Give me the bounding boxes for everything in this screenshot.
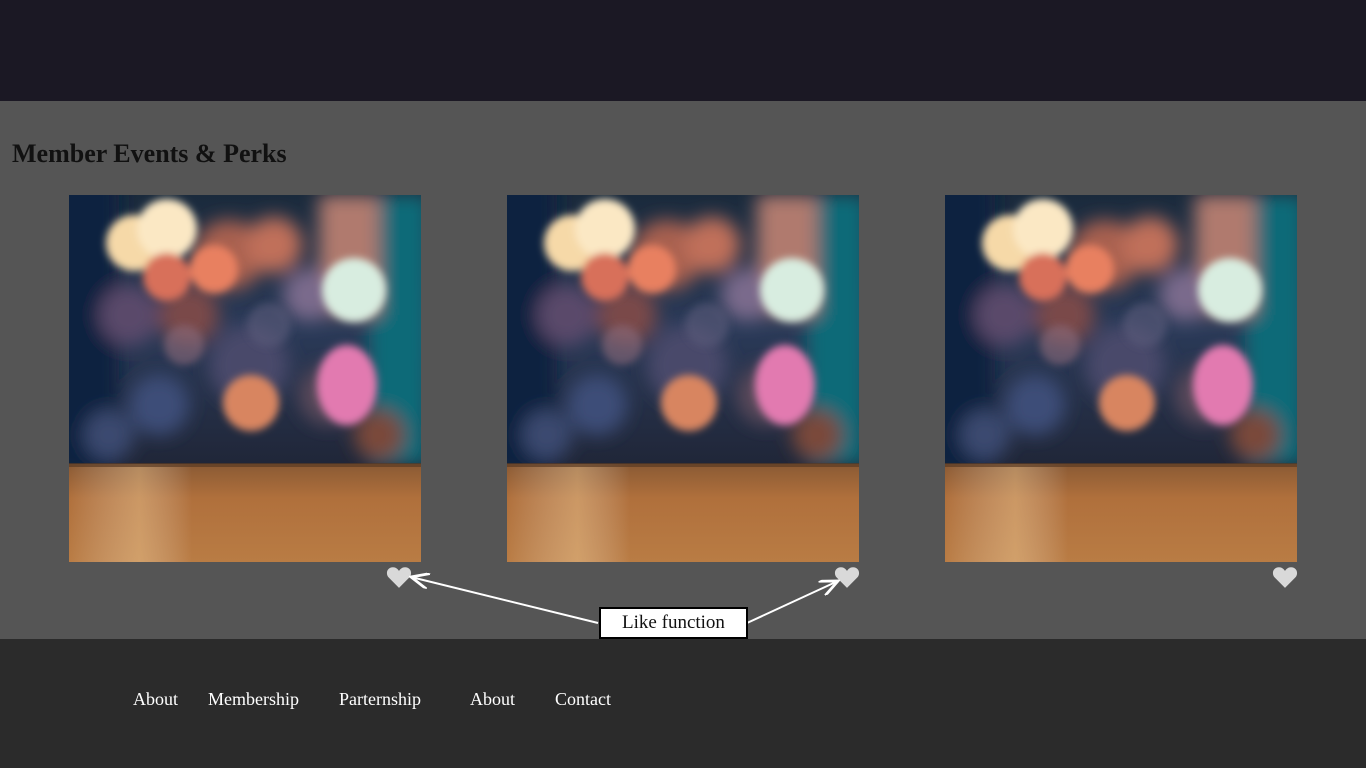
- header-bar: [0, 0, 1366, 101]
- bokeh-photo: [507, 195, 859, 562]
- bokeh-photo: [945, 195, 1297, 562]
- event-card-image-1[interactable]: [69, 195, 421, 562]
- footer: About Membership Parternship About Conta…: [0, 639, 1366, 768]
- footer-link-partnership[interactable]: Parternship: [339, 689, 421, 710]
- annotation-label: Like function: [599, 607, 748, 639]
- annotation-arrow-left: [411, 577, 599, 624]
- heart-icon[interactable]: [1272, 565, 1298, 589]
- annotation-arrow-right: [746, 581, 838, 624]
- heart-icon[interactable]: [386, 565, 412, 589]
- footer-link-membership[interactable]: Membership: [208, 689, 299, 710]
- footer-link-about[interactable]: About: [133, 689, 178, 710]
- events-section: Member Events & Perks Like function: [0, 101, 1366, 639]
- event-card-image-2[interactable]: [507, 195, 859, 562]
- footer-link-about-2[interactable]: About: [470, 689, 515, 710]
- footer-link-contact[interactable]: Contact: [555, 689, 611, 710]
- heart-icon[interactable]: [834, 565, 860, 589]
- bokeh-photo: [69, 195, 421, 562]
- event-card-image-3[interactable]: [945, 195, 1297, 562]
- page-title: Member Events & Perks: [12, 139, 287, 168]
